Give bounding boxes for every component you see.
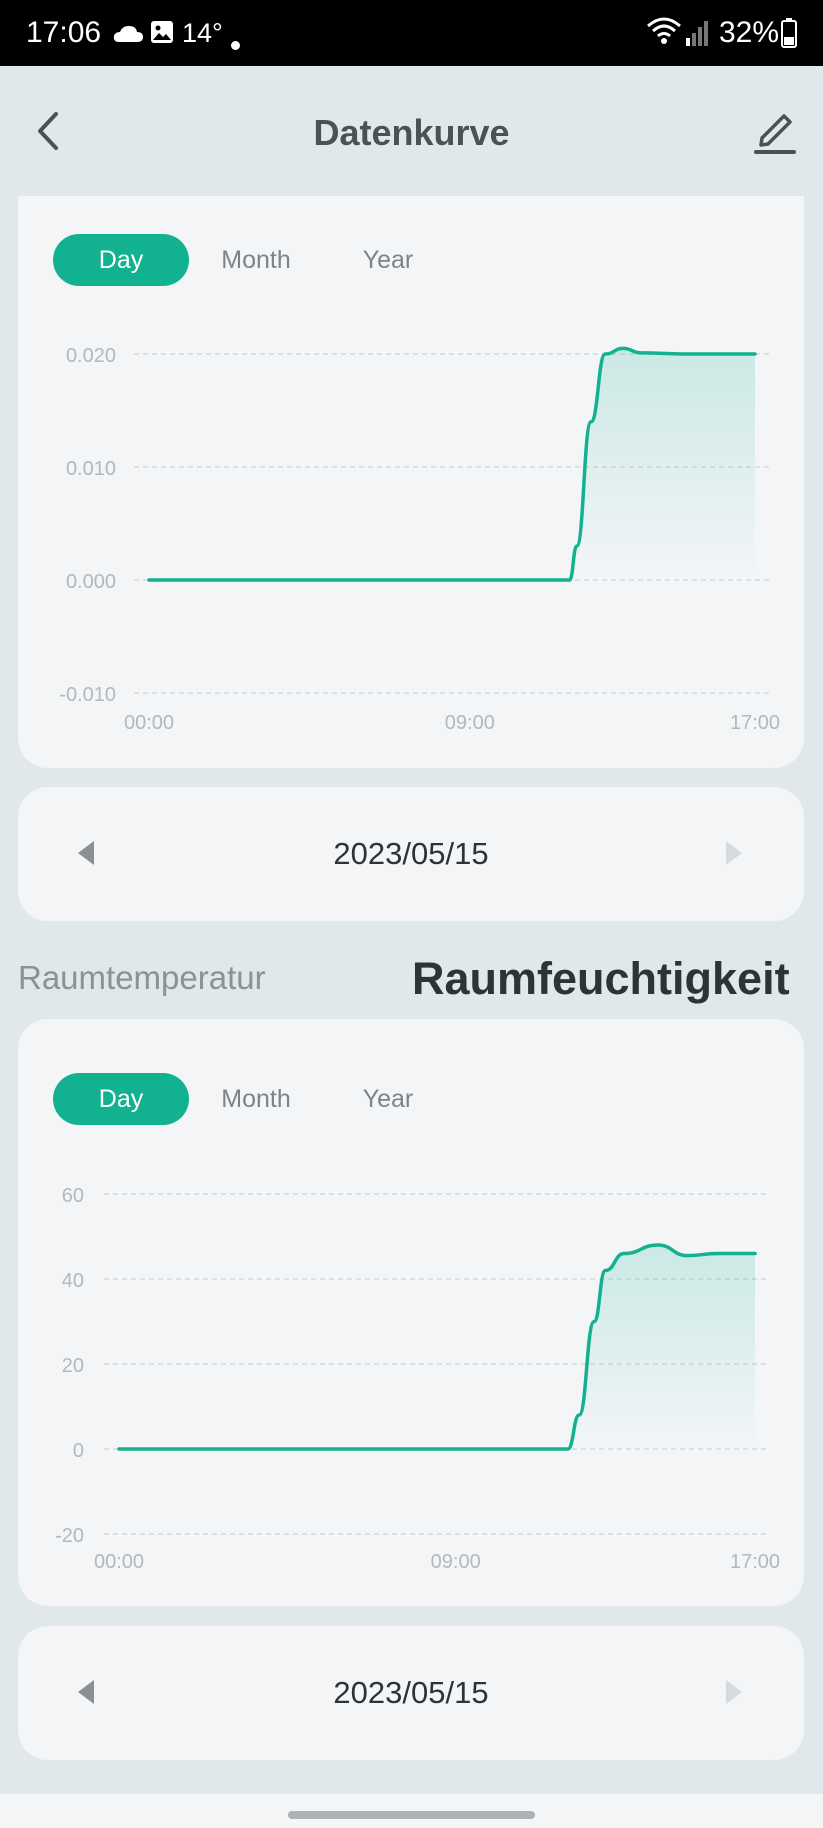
x-tick-label: 09:00 <box>431 1551 481 1573</box>
chart-2: 60 40 20 0 -20 00:00 09:00 17:00 <box>55 1185 780 1573</box>
battery-percent: 32% <box>719 16 780 49</box>
y-tick-label: 20 <box>62 1355 84 1377</box>
status-time: 17:06 <box>26 16 102 49</box>
notification-dot <box>231 41 240 50</box>
y-tick-label: 40 <box>62 1270 84 1292</box>
x-tick-label: 00:00 <box>94 1551 144 1573</box>
status-bar: 17:06 14° 32% <box>0 0 823 66</box>
battery-icon <box>781 18 797 48</box>
x-tick-label: 17:00 <box>730 712 780 734</box>
y-tick-label: 0 <box>73 1440 84 1462</box>
date-navigator-1: 2023/05/15 <box>18 787 804 921</box>
photo-icon <box>151 21 173 43</box>
triangle-right-icon[interactable] <box>718 1672 748 1712</box>
chart-1: 0.020 0.010 0.000 -0.010 00:00 09:00 17:00 <box>59 345 780 734</box>
signal-icon <box>686 21 708 46</box>
home-gesture-pill[interactable] <box>288 1811 535 1819</box>
tab-raumtemperatur[interactable]: Raumtemperatur <box>18 956 266 1000</box>
x-tick-label: 00:00 <box>124 712 174 734</box>
y-tick-label: 0.010 <box>66 458 116 480</box>
date-navigator-2: 2023/05/15 <box>18 1626 804 1760</box>
y-tick-label: -20 <box>55 1525 84 1547</box>
status-temperature: 14° <box>182 18 223 48</box>
x-tick-label: 17:00 <box>730 1551 780 1573</box>
y-tick-label: -0.010 <box>59 684 116 706</box>
edit-pencil-icon[interactable] <box>752 106 798 156</box>
y-tick-label: 0.020 <box>66 345 116 367</box>
date-label-1: 2023/05/15 <box>333 836 489 871</box>
app-header: Datenkurve <box>0 66 823 196</box>
triangle-right-icon[interactable] <box>718 833 748 873</box>
page-title: Datenkurve <box>313 112 510 153</box>
tab-raumfeuchtigkeit[interactable]: Raumfeuchtigkeit <box>412 952 790 1006</box>
y-tick-label: 0.000 <box>66 571 116 593</box>
system-nav-bar <box>0 1794 823 1828</box>
cloud-icon <box>113 26 143 42</box>
date-label-2: 2023/05/15 <box>333 1675 489 1710</box>
x-tick-label: 09:00 <box>445 712 495 734</box>
chart-card-1: Day Month Year 0.020 0.010 0.000 -0.010 00:0… <box>18 196 804 768</box>
series-area <box>119 1245 755 1449</box>
chart-card-2: Day Month Year 60 40 20 0 -20 00:00 09:00 17:00 <box>18 1019 804 1606</box>
wifi-icon <box>647 17 681 44</box>
series-area <box>149 348 755 580</box>
y-tick-label: 60 <box>62 1185 84 1207</box>
